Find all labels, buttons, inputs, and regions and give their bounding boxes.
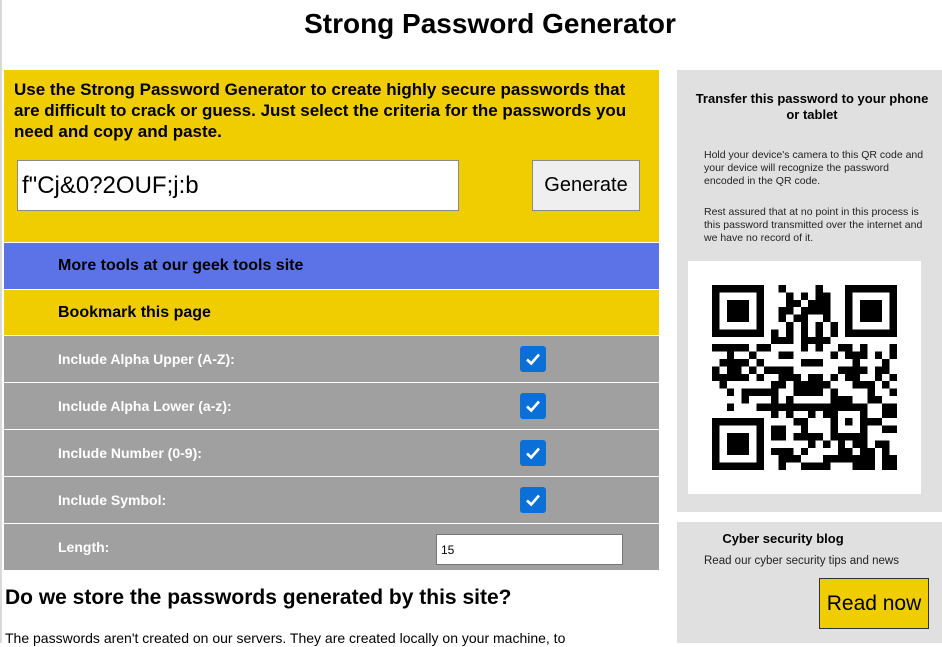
page-title: Strong Password Generator bbox=[304, 8, 676, 39]
blog-panel: Cyber security blog Read our cyber secur… bbox=[677, 522, 942, 643]
checkmark-icon bbox=[526, 447, 540, 460]
bookmark-link[interactable]: Bookmark this page bbox=[4, 290, 659, 335]
blog-text: Read our cyber security tips and news bbox=[704, 555, 899, 567]
option-alpha-upper: Include Alpha Upper (A-Z): bbox=[4, 336, 659, 382]
checkmark-icon bbox=[526, 494, 540, 507]
checkmark-icon bbox=[526, 400, 540, 413]
faq-heading: Do we store the passwords generated by t… bbox=[5, 586, 512, 609]
blog-title: Cyber security blog bbox=[722, 531, 844, 546]
password-field[interactable] bbox=[17, 160, 459, 211]
faq-text: The passwords aren't created on our serv… bbox=[5, 630, 566, 646]
generator-panel: Use the Strong Password Generator to cre… bbox=[4, 70, 659, 242]
option-label: Include Number (0-9): bbox=[58, 445, 202, 461]
option-length: Length: bbox=[4, 524, 659, 570]
more-tools-link[interactable]: More tools at our geek tools site bbox=[4, 243, 659, 289]
option-number: Include Number (0-9): bbox=[4, 430, 659, 476]
option-label: Include Alpha Upper (A-Z): bbox=[58, 351, 235, 367]
read-now-button[interactable]: Read now bbox=[819, 578, 929, 629]
page-left-border bbox=[0, 0, 2, 643]
alpha-lower-checkbox[interactable] bbox=[520, 393, 546, 419]
symbol-checkbox[interactable] bbox=[520, 487, 546, 513]
qr-transfer-panel: Transfer this password to your phone or … bbox=[677, 70, 942, 512]
option-label: Include Alpha Lower (a-z): bbox=[58, 398, 232, 414]
qr-instructions: Hold your device's camera to this QR cod… bbox=[704, 149, 924, 187]
intro-text: Use the Strong Password Generator to cre… bbox=[14, 80, 627, 141]
qr-code-image bbox=[712, 285, 897, 470]
qr-privacy-note: Rest assured that at no point in this pr… bbox=[704, 206, 923, 244]
number-checkbox[interactable] bbox=[520, 440, 546, 466]
option-alpha-lower: Include Alpha Lower (a-z): bbox=[4, 383, 659, 429]
qr-code-container bbox=[688, 261, 921, 494]
option-label: Include Symbol: bbox=[58, 492, 167, 508]
qr-panel-title: Transfer this password to your phone or … bbox=[695, 91, 929, 122]
alpha-upper-checkbox[interactable] bbox=[520, 346, 546, 372]
length-input[interactable] bbox=[436, 534, 623, 565]
generate-button[interactable]: Generate bbox=[532, 160, 640, 211]
length-label: Length: bbox=[58, 539, 110, 555]
checkmark-icon bbox=[526, 353, 540, 366]
option-symbol: Include Symbol: bbox=[4, 477, 659, 523]
